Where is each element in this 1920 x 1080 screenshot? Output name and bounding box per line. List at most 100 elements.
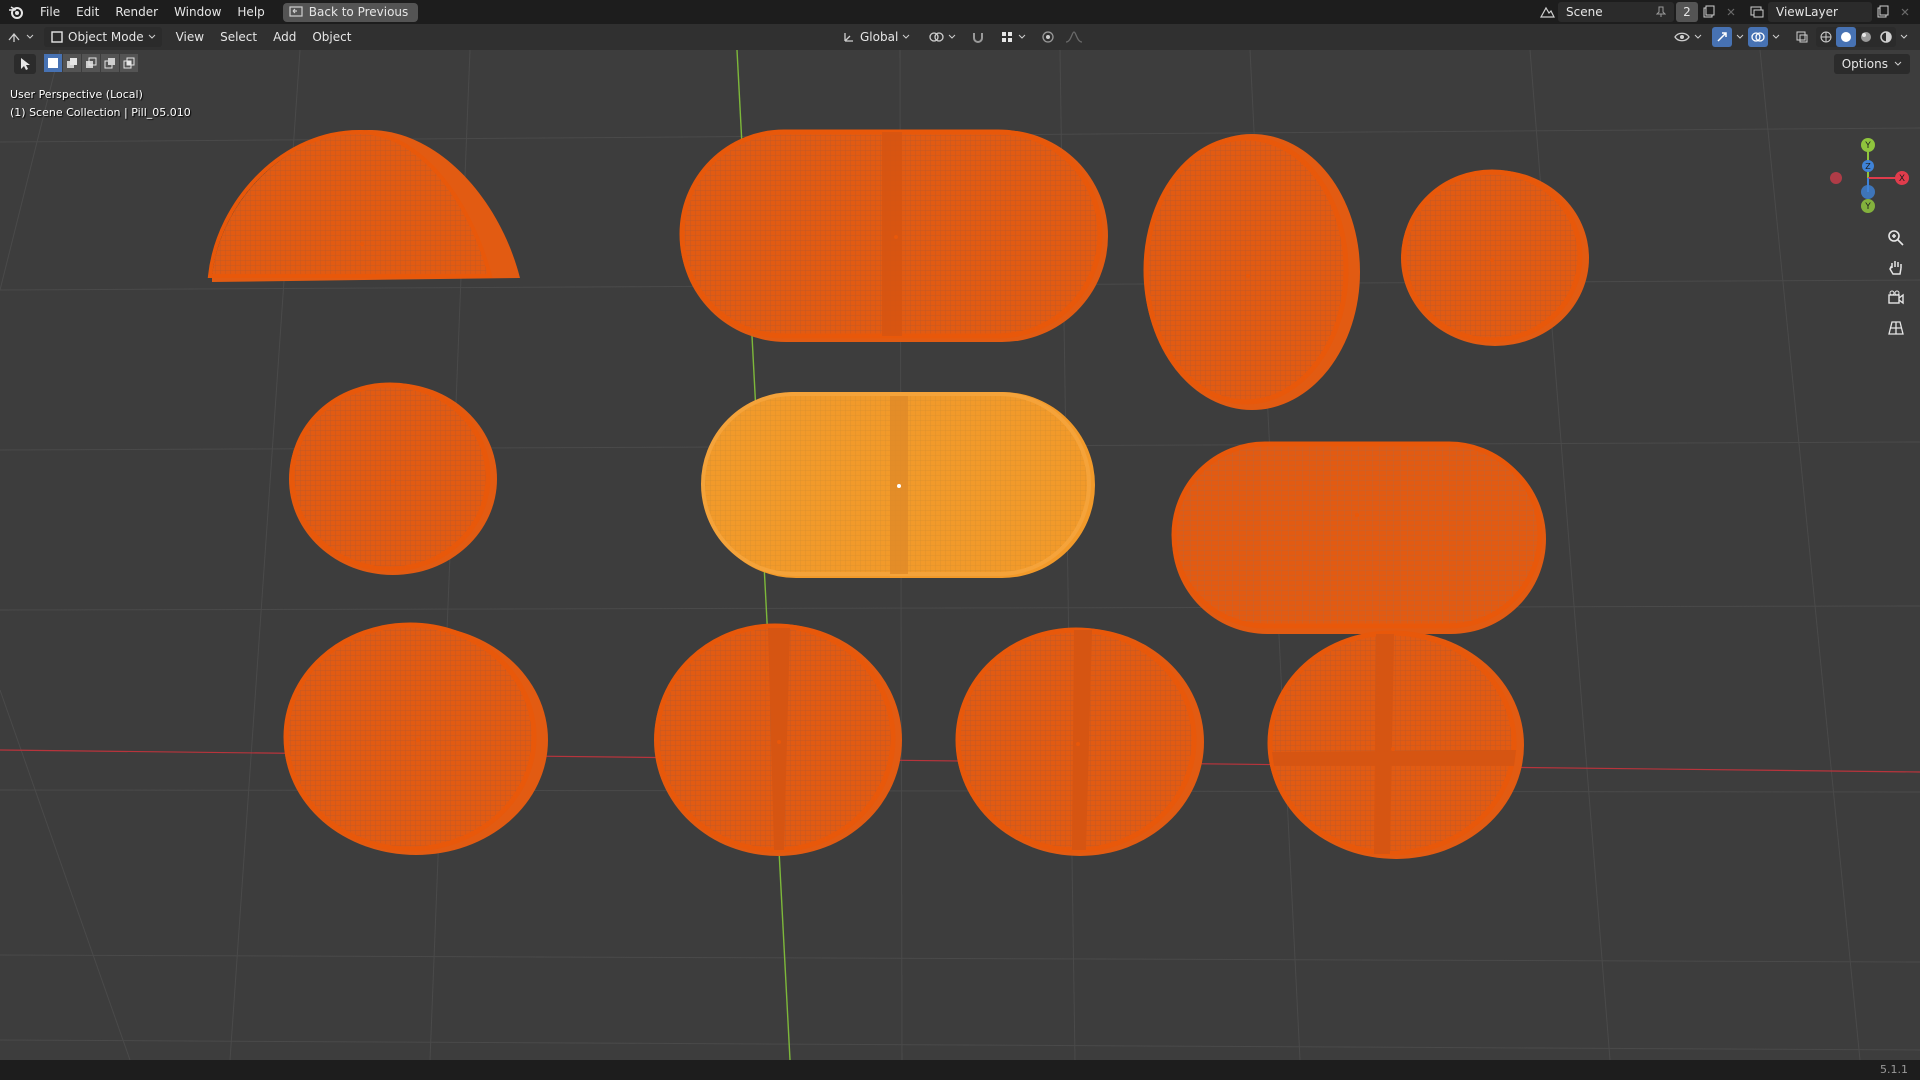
menu-help[interactable]: Help [229, 0, 272, 24]
delete-scene-icon[interactable] [1720, 2, 1742, 22]
perspective-label: User Perspective (Local) [10, 88, 143, 101]
object-mode-icon [51, 31, 63, 43]
screen-icon [289, 6, 303, 17]
pivot-point-dropdown[interactable] [922, 27, 962, 47]
pill-round-medium [289, 382, 497, 575]
orientation-axes-icon [844, 33, 853, 42]
pill-oval-tall [1143, 134, 1360, 410]
view-layer-selector[interactable]: ViewLayer [1746, 2, 1916, 22]
scene-icon[interactable] [1536, 2, 1558, 22]
selection-mode-group [44, 54, 138, 72]
pill-capsule-scored-large [679, 129, 1108, 342]
back-to-previous-label: Back to Previous [308, 5, 409, 19]
rendered-shading-icon[interactable] [1876, 27, 1896, 47]
gizmo-toggle-icon[interactable] [1712, 27, 1732, 47]
menu-add[interactable]: Add [265, 24, 304, 50]
chevron-down-icon[interactable] [1900, 34, 1908, 40]
snap-target-dropdown[interactable] [994, 27, 1032, 47]
xray-toggle-icon[interactable] [1792, 27, 1812, 47]
chevron-down-icon [902, 34, 910, 39]
scene-selector[interactable]: Scene 2 [1536, 2, 1742, 22]
select-subtract-icon[interactable] [82, 54, 100, 72]
select-invert-icon[interactable] [101, 54, 119, 72]
svg-text:Y: Y [1864, 202, 1871, 212]
new-view-layer-icon[interactable] [1872, 2, 1894, 22]
new-scene-icon[interactable] [1698, 2, 1720, 22]
pill-disc-scored-2 [955, 627, 1204, 856]
pan-hand-icon[interactable] [1882, 256, 1910, 280]
editor-type-icon [8, 32, 20, 42]
viewport-header: Object Mode View Select Add Object Globa… [0, 24, 1920, 50]
blender-logo-icon[interactable] [0, 0, 32, 24]
menu-select[interactable]: Select [212, 24, 265, 50]
navigation-gizmo[interactable]: Y X Z Y [1820, 136, 1910, 216]
pill-disc-cross-scored [1267, 630, 1524, 859]
scene-name-field[interactable]: Scene [1558, 2, 1674, 22]
shading-mode-group [1816, 27, 1896, 47]
solid-shading-icon[interactable] [1836, 27, 1856, 47]
view-layer-field[interactable]: ViewLayer [1768, 2, 1872, 22]
eye-icon [1674, 32, 1690, 42]
menu-render[interactable]: Render [107, 0, 166, 24]
transform-controls: Global [836, 27, 1084, 47]
pill-disc-plain [283, 622, 548, 855]
viewport-nav-tools [1882, 226, 1910, 340]
chevron-down-icon [26, 34, 34, 39]
pin-icon[interactable] [1656, 6, 1666, 18]
menu-object[interactable]: Object [304, 24, 359, 50]
viewport-info-overlay: User Perspective (Local) (1) Scene Colle… [10, 86, 191, 122]
mode-dropdown[interactable]: Object Mode [44, 27, 162, 47]
menu-view[interactable]: View [168, 24, 212, 50]
back-to-previous-button[interactable]: Back to Previous [282, 2, 419, 22]
transform-orientation-dropdown[interactable]: Global [836, 27, 916, 47]
svg-text:Y: Y [1864, 141, 1871, 151]
snap-grid-icon [1002, 32, 1013, 42]
view-layer-name: ViewLayer [1776, 5, 1838, 19]
chevron-down-icon [1694, 34, 1702, 39]
pill-half-round [207, 129, 520, 282]
zoom-icon[interactable] [1882, 226, 1910, 250]
options-label: Options [1841, 57, 1888, 71]
viewport-display-controls [1668, 27, 1908, 47]
perspective-grid-icon[interactable] [1882, 316, 1910, 340]
select-intersect-icon[interactable] [120, 54, 138, 72]
overlays-toggle-icon[interactable] [1748, 27, 1768, 47]
wireframe-shading-icon[interactable] [1816, 27, 1836, 47]
viewport-scene [0, 50, 1920, 1060]
material-shading-icon[interactable] [1856, 27, 1876, 47]
chevron-down-icon [1018, 34, 1026, 39]
top-bar: File Edit Render Window Help Back to Pre… [0, 0, 1920, 24]
proportional-edit-icon[interactable] [1038, 27, 1058, 47]
camera-icon[interactable] [1882, 286, 1910, 310]
editor-type-dropdown[interactable] [0, 27, 40, 47]
options-dropdown[interactable]: Options [1833, 54, 1910, 74]
svg-text:Z: Z [1865, 162, 1871, 171]
chevron-down-icon [1894, 61, 1902, 66]
visibility-dropdown[interactable] [1668, 27, 1708, 47]
chevron-down-icon [948, 34, 956, 39]
chevron-down-icon[interactable] [1772, 34, 1780, 40]
menu-file[interactable]: File [32, 0, 68, 24]
pill-capsule-long [1171, 441, 1546, 634]
select-new-icon[interactable] [44, 54, 62, 72]
view-layer-icon[interactable] [1746, 2, 1768, 22]
snap-toggle-icon[interactable] [968, 27, 988, 47]
select-tool-icon[interactable] [14, 54, 36, 74]
falloff-icon[interactable] [1064, 27, 1084, 47]
scene-name: Scene [1566, 5, 1603, 19]
scene-users-count[interactable]: 2 [1676, 2, 1698, 22]
svg-text:X: X [1899, 174, 1905, 184]
gizmo-neg-z-icon [1861, 185, 1875, 199]
pill-disc-scored-1 [654, 623, 902, 856]
pill-round-small [1401, 169, 1589, 346]
chevron-down-icon [148, 34, 155, 39]
menu-edit[interactable]: Edit [68, 0, 107, 24]
select-extend-icon[interactable] [63, 54, 81, 72]
version-label: 5.1.1 [1880, 1063, 1908, 1076]
menu-window[interactable]: Window [166, 0, 229, 24]
delete-view-layer-icon[interactable] [1894, 2, 1916, 22]
status-bar: 5.1.1 [0, 1060, 1920, 1080]
chevron-down-icon[interactable] [1736, 34, 1744, 40]
3d-viewport[interactable]: User Perspective (Local) (1) Scene Colle… [0, 50, 1920, 1060]
collection-label: (1) Scene Collection | Pill_05.010 [10, 106, 191, 119]
